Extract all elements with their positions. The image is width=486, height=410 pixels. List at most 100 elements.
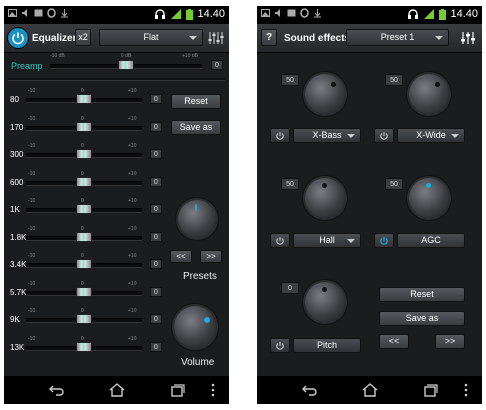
recent-apps-icon[interactable]	[421, 382, 439, 398]
band-slider-handle[interactable]	[76, 342, 92, 352]
xwide-knob[interactable]	[409, 74, 449, 114]
mute-icon	[275, 9, 280, 17]
save-as-button[interactable]: Save as	[171, 120, 221, 135]
preamp-value: 0	[211, 60, 223, 70]
presets-indicator	[195, 204, 197, 211]
menu-icon[interactable]	[210, 382, 216, 398]
band-scale-min: -10	[28, 116, 36, 122]
volume-knob[interactable]	[174, 306, 216, 348]
previous-preset-button[interactable]: <<	[379, 334, 409, 349]
preset-dropdown[interactable]: Preset 1	[346, 29, 449, 46]
agc-level: 50	[385, 178, 403, 190]
chevron-down-icon	[435, 35, 443, 40]
band-scale-max: +10	[128, 171, 137, 177]
reset-button[interactable]: Reset	[171, 94, 221, 109]
back-icon[interactable]	[48, 382, 66, 398]
band-scale-min: -10	[28, 88, 36, 94]
reset-button[interactable]: Reset	[379, 287, 465, 302]
chevron-down-icon	[347, 238, 355, 243]
gallery-icon	[8, 9, 17, 17]
band-slider-handle[interactable]	[76, 94, 92, 104]
preamp-scale-mid: 0 dB	[121, 53, 132, 59]
agc-indicator	[426, 183, 431, 188]
xwide-label: X-Wide	[416, 130, 446, 140]
band-label: 80	[10, 95, 19, 104]
power-icon	[380, 132, 388, 140]
band-value: 0	[150, 314, 162, 324]
sound-effects-titlebar: ? Sound effects Preset 1	[257, 24, 482, 53]
xwide-power-toggle[interactable]	[374, 128, 394, 143]
page-title: Equalizer	[32, 33, 77, 44]
power-toggle[interactable]	[8, 28, 28, 48]
chevron-down-icon	[347, 133, 355, 138]
hall-power-toggle[interactable]	[270, 233, 290, 248]
band-slider-handle[interactable]	[76, 314, 92, 324]
download-icon	[314, 9, 321, 18]
band-slider-handle[interactable]	[76, 122, 92, 132]
presets-knob[interactable]	[178, 200, 216, 238]
band-slider-handle[interactable]	[76, 177, 92, 187]
signal-icon	[171, 9, 182, 19]
hall-dropdown[interactable]: Hall	[293, 233, 361, 248]
home-icon[interactable]	[361, 382, 379, 398]
xbass-knob[interactable]	[305, 74, 345, 114]
band-slider-handle[interactable]	[76, 232, 92, 242]
band-scale-min: -10	[28, 198, 36, 204]
equalizer-settings-icon[interactable]	[207, 30, 225, 46]
next-preset-button[interactable]: >>	[435, 334, 465, 349]
band-value: 0	[150, 204, 162, 214]
xbass-power-toggle[interactable]	[270, 128, 290, 143]
band-value: 0	[150, 342, 162, 352]
pitch-field[interactable]: Pitch	[293, 338, 361, 353]
band-label: 13K	[10, 343, 25, 352]
back-icon[interactable]	[301, 382, 319, 398]
save-as-button[interactable]: Save as	[379, 311, 465, 326]
agc-field[interactable]: AGC	[397, 233, 465, 248]
band-slider-handle[interactable]	[76, 287, 92, 297]
preset-dropdown[interactable]: Flat	[99, 29, 203, 46]
pitch-knob[interactable]	[305, 282, 345, 322]
equalizer-settings-icon[interactable]	[459, 30, 477, 46]
band-scale-min: -10	[28, 308, 36, 314]
xbass-label: X-Bass	[312, 130, 342, 140]
chevron-down-icon	[189, 35, 197, 40]
signal-icon	[424, 9, 435, 19]
pitch-level: 0	[281, 282, 299, 294]
band-slider-handle[interactable]	[76, 149, 92, 159]
image-icon	[34, 9, 43, 17]
band-scale-min: -10	[28, 281, 36, 287]
preamp-slider-handle[interactable]	[118, 60, 134, 70]
next-preset-button[interactable]: >>	[200, 250, 222, 263]
band-scale-max: +10	[128, 198, 137, 204]
band-scale-min: -10	[28, 171, 36, 177]
status-bar: 14.40	[257, 6, 482, 24]
sound-effects-screen: 14.40 ? Sound effects Preset 1 50 X-Bass…	[257, 6, 482, 404]
xbass-dropdown[interactable]: X-Bass	[293, 128, 361, 143]
band-value: 0	[150, 232, 162, 242]
hall-knob[interactable]	[305, 178, 345, 218]
recent-apps-icon[interactable]	[168, 382, 186, 398]
pitch-indicator	[322, 287, 327, 292]
hall-label: Hall	[319, 235, 335, 245]
xwide-dropdown[interactable]: X-Wide	[397, 128, 465, 143]
band-label: 300	[10, 150, 24, 159]
status-time: 14.40	[450, 8, 478, 20]
pitch-power-toggle[interactable]	[270, 338, 290, 353]
band-slider-handle[interactable]	[76, 259, 92, 269]
agc-knob[interactable]	[409, 178, 449, 218]
home-icon[interactable]	[108, 382, 126, 398]
divider	[8, 78, 225, 81]
navigation-bar	[4, 376, 229, 404]
agc-power-toggle[interactable]	[374, 233, 394, 248]
x2-button[interactable]: x2	[75, 29, 91, 46]
navigation-bar	[257, 376, 482, 404]
band-slider-handle[interactable]	[76, 204, 92, 214]
page-title: Sound effects	[284, 33, 351, 44]
menu-icon[interactable]	[463, 382, 469, 398]
previous-preset-button[interactable]: <<	[170, 250, 192, 263]
help-button[interactable]: ?	[261, 29, 277, 46]
agc-label: AGC	[421, 235, 441, 245]
power-icon	[276, 342, 284, 350]
preamp-scale-min: -10 dB	[50, 53, 65, 59]
presets-label: Presets	[183, 271, 217, 282]
